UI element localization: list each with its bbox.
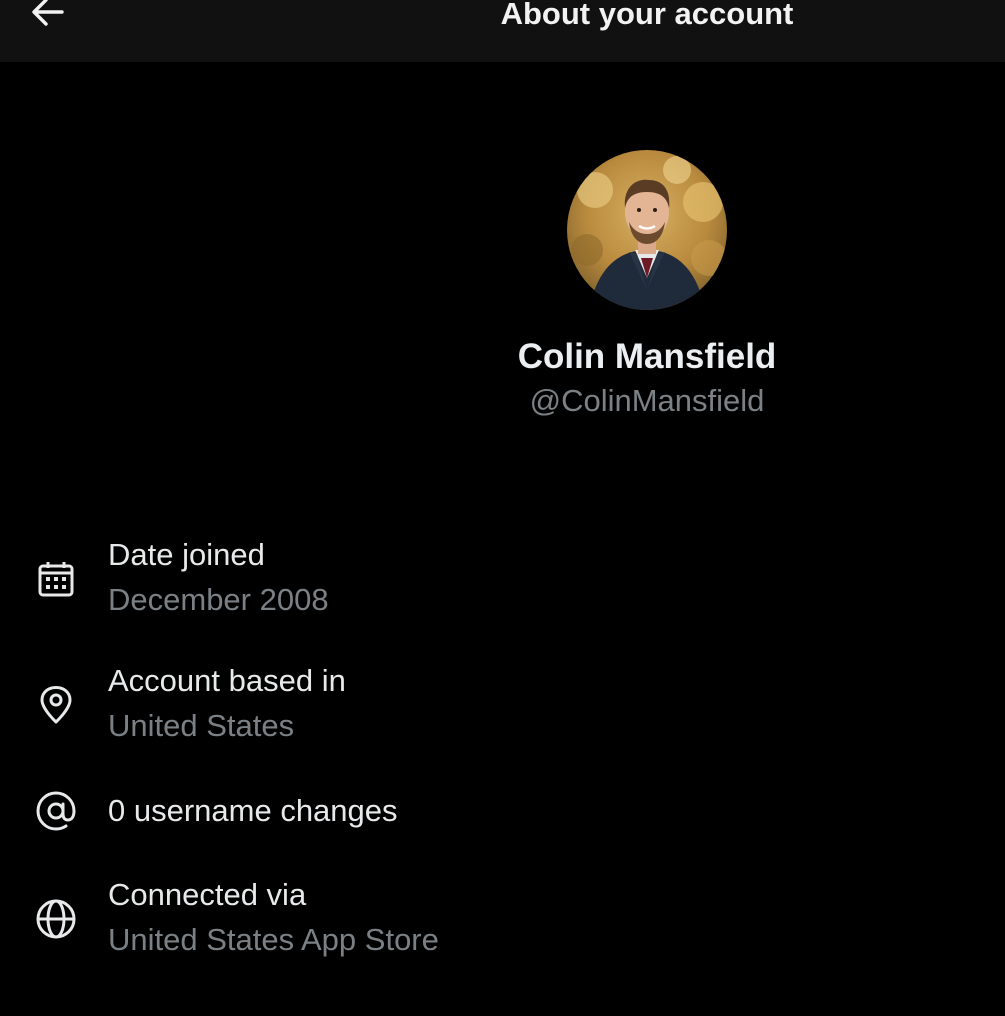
globe-icon	[32, 895, 80, 943]
location-pin-icon	[32, 681, 80, 729]
row-title: Date joined	[108, 537, 265, 572]
row-value: United States App Store	[108, 922, 439, 957]
at-sign-icon	[32, 787, 80, 835]
row-value: December 2008	[108, 582, 329, 617]
page-title: About your account	[500, 0, 794, 31]
calendar-icon	[32, 555, 80, 603]
row-value: United States	[108, 708, 295, 743]
row-title: Account based in	[108, 663, 346, 698]
top-bar: About your account	[0, 0, 1005, 62]
display-name: Colin Mansfield	[517, 337, 777, 376]
date-joined-text: Date joined December 2008	[108, 535, 329, 620]
username-handle: @ColinMansfield	[529, 383, 765, 418]
account-based-in-text: Account based in United States	[108, 661, 346, 746]
profile-photo	[567, 150, 727, 310]
username-changes-text: 0 username changes	[108, 791, 398, 831]
profile-summary: Colin Mansfield @ColinMansfield	[0, 150, 1005, 420]
avatar[interactable]	[567, 150, 727, 310]
row-title: Connected via	[108, 877, 307, 912]
row-title: 0 username changes	[108, 793, 398, 828]
connected-via-text: Connected via United States App Store	[108, 875, 439, 960]
